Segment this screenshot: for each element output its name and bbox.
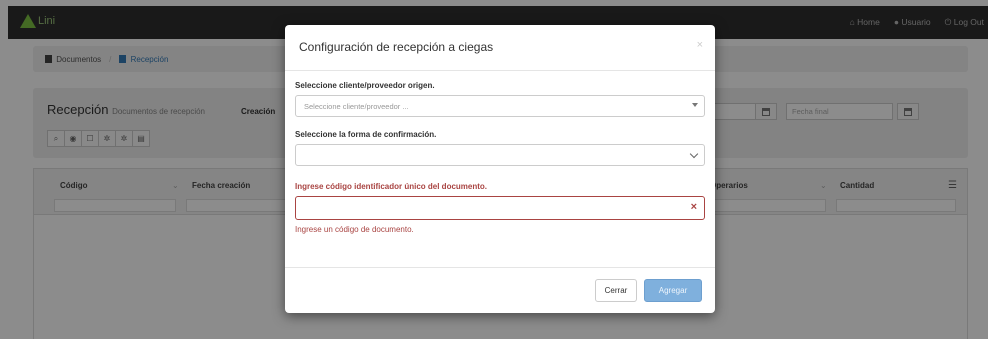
close-icon[interactable]: × xyxy=(697,39,703,51)
modal-footer: Cerrar Agregar xyxy=(285,267,715,313)
error-x-icon: × xyxy=(690,201,697,213)
client-label: Seleccione cliente/proveedor origen. xyxy=(295,81,435,90)
caret-down-icon xyxy=(692,103,698,107)
modal-header: Configuración de recepción a ciegas × xyxy=(285,25,715,71)
code-label: Ingrese código identificador único del d… xyxy=(295,182,488,191)
chevron-down-icon xyxy=(689,149,699,159)
confirm-label: Seleccione la forma de confirmación. xyxy=(295,130,437,139)
code-input[interactable] xyxy=(296,197,704,219)
code-error-message: Ingrese un código de documento. xyxy=(295,225,414,234)
add-button[interactable]: Agregar xyxy=(644,279,702,302)
modal-body: Seleccione cliente/proveedor origen. Sel… xyxy=(295,81,705,234)
blind-reception-modal: Configuración de recepción a ciegas × Se… xyxy=(285,25,715,313)
code-field: × xyxy=(295,196,705,220)
client-select[interactable]: Seleccione cliente/proveedor ... xyxy=(295,95,705,117)
client-select-placeholder: Seleccione cliente/proveedor ... xyxy=(304,102,409,111)
confirm-select[interactable] xyxy=(295,144,705,166)
modal-title: Configuración de recepción a ciegas xyxy=(299,40,494,54)
close-button[interactable]: Cerrar xyxy=(595,279,637,302)
